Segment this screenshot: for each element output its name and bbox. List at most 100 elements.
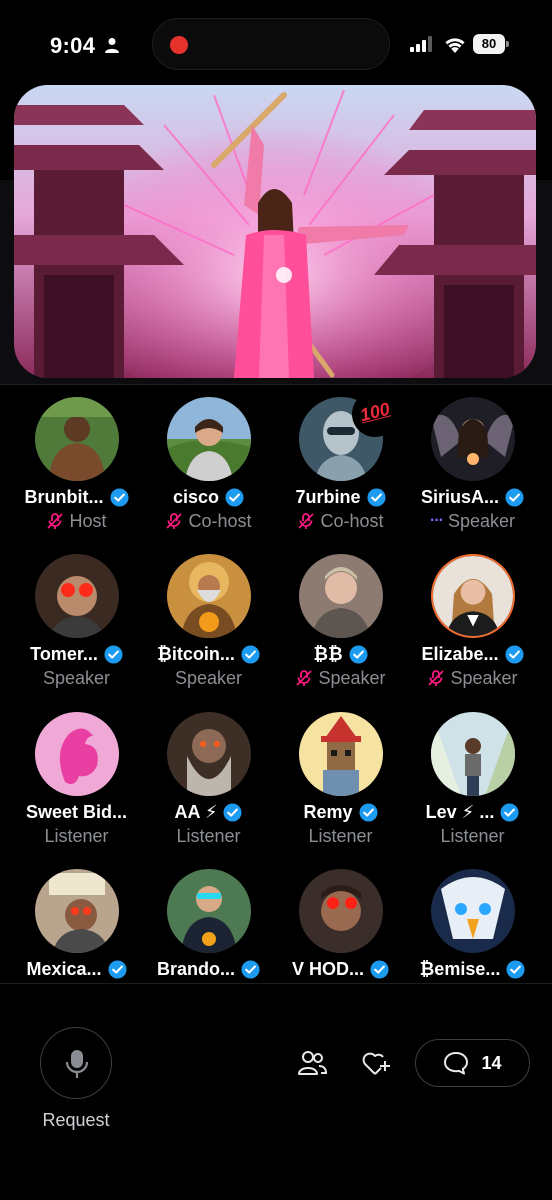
participant-tile[interactable]: 100 7urbine Co-host [274,391,407,545]
verified-badge-icon [366,487,386,507]
participant-tile[interactable]: AA ⚡ Listener [142,710,275,860]
space-cover-image [14,85,536,378]
participant-name: Remy [303,801,353,822]
verified-badge-icon [370,959,389,979]
participant-role: Listener [440,825,505,846]
avatar [431,397,515,481]
verified-badge-icon [505,487,524,507]
verified-badge-icon [349,644,368,664]
participant-tile[interactable]: Tomer... Speaker [10,552,143,702]
participant-tile[interactable]: SiriusA... ··· Speaker [406,395,539,545]
avatar [167,397,251,481]
participant-tile[interactable]: Mexica... [10,867,143,1017]
participant-role: Co-host [320,510,384,531]
person-icon [105,38,119,53]
avatar [35,554,119,638]
verified-badge-icon [223,802,243,822]
verified-badge-icon [107,959,127,979]
comment-icon [444,1052,469,1075]
status-bar: 9:04 80 [0,0,552,84]
participant-name: AA ⚡ [174,801,218,822]
participant-role: Speaker [450,667,518,688]
heart-plus-icon[interactable] [361,1049,391,1077]
mic-muted-icon [166,513,183,529]
participant-name: Tomer... [30,643,98,664]
participant-name: V HOD... [291,958,364,979]
reaction-badge: 100 [352,391,398,437]
participant-tile[interactable]: Lev ⚡ ... Listener [406,710,539,860]
avatar [431,554,515,638]
verified-badge-icon [241,644,260,664]
participant-role: Speaker [318,667,386,688]
status-time: 9:04 [50,33,96,58]
participant-tile[interactable]: V HOD... [274,867,407,1017]
battery-indicator: 80 [473,34,509,54]
avatar [431,712,515,796]
battery-level: 80 [481,36,497,51]
avatar [167,554,251,638]
verified-badge-icon [104,644,123,664]
participant-name: ₿₿ [313,643,343,664]
verified-badge-icon [504,644,524,664]
request-to-speak-button[interactable] [40,1027,112,1099]
participant-tile[interactable]: Brunbit... Host [10,395,143,545]
wifi-icon [445,38,465,53]
participant-tile[interactable]: Remy Listener [274,710,407,860]
participant-name: Brando... [156,958,235,979]
participant-role: Listener [44,825,109,846]
verified-badge-icon [358,802,378,822]
participant-role: Listener [308,825,373,846]
participant-name: ₿emise... [419,958,501,979]
participant-name: Sweet Bid... [25,801,128,822]
participant-name: ₿itcoin... [157,643,235,664]
participant-role: Listener [176,825,241,846]
participant-name: SiriusA... [420,486,500,507]
participant-name: Mexica... [26,958,102,979]
verified-badge-icon [241,959,260,979]
avatar [299,554,383,638]
participant-role: Speaker [174,667,243,688]
participant-tile[interactable]: Sweet Bid... Listener [10,710,143,860]
avatar [299,869,383,953]
avatar [35,869,119,953]
verified-badge-icon [500,802,519,822]
mic-muted-icon [428,670,445,686]
verified-badge-icon [225,487,244,507]
divider [0,384,552,385]
people-icon[interactable] [297,1049,327,1077]
participant-tile[interactable]: cisco Co-host [142,395,275,545]
reaction-100-icon: 100 [357,398,392,426]
participant-role: Speaker [447,510,516,531]
mic-muted-icon [298,513,315,529]
mic-muted-icon [296,670,313,686]
participant-name: cisco [172,486,220,507]
participant-tile[interactable]: Brando... [142,867,275,1017]
avatar [35,712,119,796]
participant-name: 7urbine [295,486,361,507]
speaking-indicator-icon: ··· [429,512,444,529]
avatar [167,869,251,953]
divider [0,983,552,984]
participant-tile[interactable]: Elizabe... Speaker [406,552,539,702]
participant-name: Brunbit... [24,486,104,507]
cellular-signal-icon [410,36,432,52]
dynamic-island [152,18,390,70]
recording-dot [170,36,188,54]
comments-button[interactable]: 14 [415,1039,530,1087]
participant-role: Host [69,510,107,531]
avatar [299,712,383,796]
microphone-icon [65,1050,89,1078]
mic-muted-icon [47,513,64,529]
avatar [431,869,515,953]
request-label: Request [42,1110,110,1130]
participant-role: Speaker [42,667,111,688]
verified-badge-icon [109,487,129,507]
participant-tile[interactable]: ₿itcoin... Speaker [142,552,275,702]
avatar [167,712,251,796]
participant-name: Lev ⚡ ... [425,801,495,822]
participant-name: Elizabe... [421,643,499,664]
comment-count: 14 [481,1052,502,1073]
participant-tile[interactable]: ₿₿ Speaker [274,552,407,702]
participant-tile[interactable]: ₿emise... [406,867,539,1017]
verified-badge-icon [506,959,525,979]
